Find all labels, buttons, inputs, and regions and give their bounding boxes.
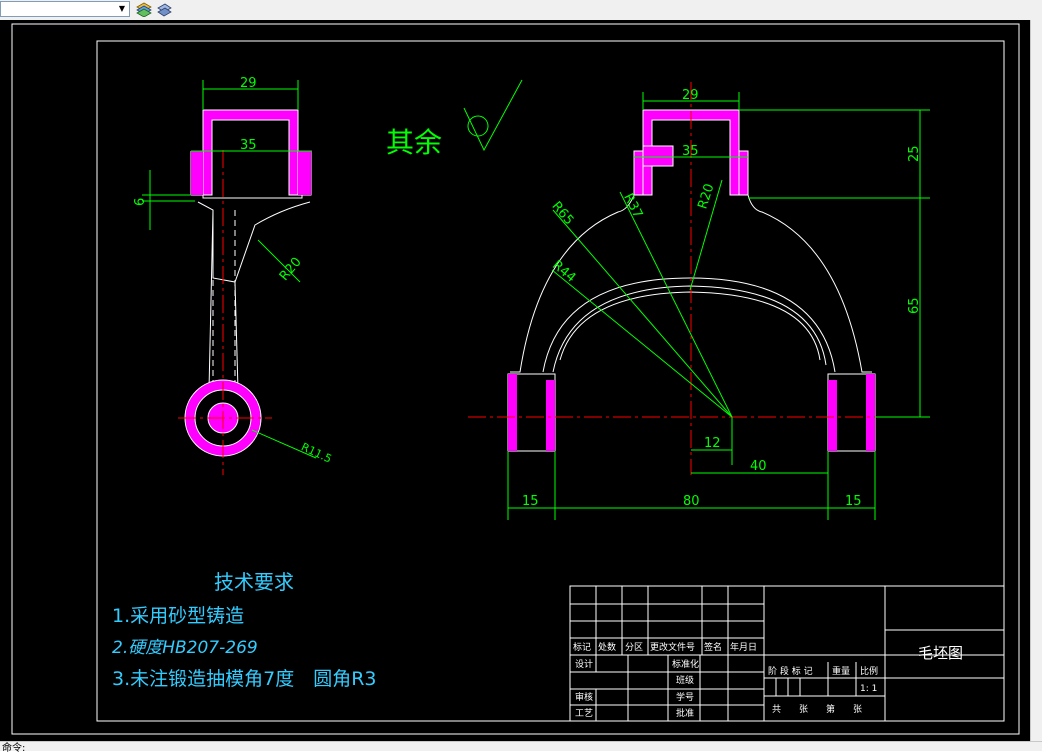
header-cell-date: 年月日 xyxy=(730,641,757,653)
dim-right-r37: R37 xyxy=(620,191,645,221)
left-view: 29 35 6 R20 R11.5 xyxy=(133,76,334,475)
row-review: 审核 xyxy=(575,691,593,703)
vertical-scrollbar[interactable] xyxy=(1030,20,1042,741)
dim-right-offset-12: 12 xyxy=(704,436,721,451)
student-no-label: 学号 xyxy=(676,691,694,703)
cad-drawing: 29 35 6 R20 R11.5 其余 R65 R37 R20 R44 29 … xyxy=(11,23,1020,735)
dim-right-height-25: 25 xyxy=(907,145,922,162)
dim-right-height-65: 65 xyxy=(907,297,922,314)
stage-mark-label: 阶 段 标 记 xyxy=(768,665,813,677)
dim-right-right-15: 15 xyxy=(845,494,862,509)
requirements-title: 技术要求 xyxy=(214,570,294,594)
layer-stack-icon[interactable] xyxy=(136,2,152,17)
drawing-canvas[interactable]: 29 35 6 R20 R11.5 其余 R65 R37 R20 R44 29 … xyxy=(0,20,1030,741)
requirement-item-1: 1.采用砂型铸造 xyxy=(112,605,244,627)
scale-label: 比例 xyxy=(860,665,878,677)
scale-value: 1: 1 xyxy=(860,684,877,694)
header-cell-zone: 分区 xyxy=(625,642,643,653)
dim-right-top-width: 29 xyxy=(682,88,699,103)
header-cell-count: 处数 xyxy=(598,641,616,653)
chevron-down-icon[interactable]: ▼ xyxy=(116,3,128,15)
dim-right-r44: R44 xyxy=(549,258,578,286)
header-cell-change-doc: 更改文件号 xyxy=(650,641,695,653)
command-prompt: 命令: xyxy=(2,743,26,754)
layer-properties-icon[interactable] xyxy=(156,2,172,17)
right-view: R65 R37 R20 R44 29 35 25 65 12 40 15 80 … xyxy=(468,82,930,520)
dim-left-thickness: 6 xyxy=(133,198,148,206)
dim-left-radius: R20 xyxy=(277,255,305,284)
roughness-symbol: 其余 xyxy=(386,79,523,159)
class-label: 班级 xyxy=(676,674,694,686)
layer-dropdown[interactable]: ▼ xyxy=(0,1,130,17)
dim-left-boss-radius: R11.5 xyxy=(299,440,334,465)
approve-label: 批准 xyxy=(676,707,694,719)
toolbar: ▼ xyxy=(0,0,1042,21)
dim-right-inner-width: 35 xyxy=(682,144,699,159)
dim-left-inner-width: 35 xyxy=(240,138,257,153)
drawing-name: 毛坯图 xyxy=(918,644,963,662)
sheet-count: 共 张 第 张 xyxy=(772,703,862,715)
requirement-item-2: 2.硬度HB207-269 xyxy=(112,638,258,658)
header-cell-sign: 签名 xyxy=(704,641,722,653)
dim-right-r65: R65 xyxy=(548,199,576,228)
weight-label: 重量 xyxy=(832,665,850,677)
title-block-text: 标记 处数 分区 更改文件号 签名 年月日 设计 标准化 班级 审核 学号 工艺… xyxy=(573,641,963,719)
command-line[interactable]: 命令: xyxy=(0,741,1042,754)
dim-right-offset-40: 40 xyxy=(750,459,767,474)
row-design: 设计 xyxy=(575,658,593,670)
dim-right-left-15: 15 xyxy=(522,494,539,509)
standard-label: 标准化 xyxy=(672,658,699,670)
row-craft: 工艺 xyxy=(575,708,593,719)
roughness-label: 其余 xyxy=(386,126,442,159)
dim-left-top-width: 29 xyxy=(240,76,257,91)
requirement-item-3: 3.未注锻造抽模角7度 圆角R3 xyxy=(112,668,377,690)
dim-right-span-80: 80 xyxy=(683,494,700,509)
header-cell-mark: 标记 xyxy=(573,641,591,653)
technical-requirements: 技术要求 1.采用砂型铸造 2.硬度HB207-269 3.未注锻造抽模角7度 … xyxy=(112,570,377,690)
